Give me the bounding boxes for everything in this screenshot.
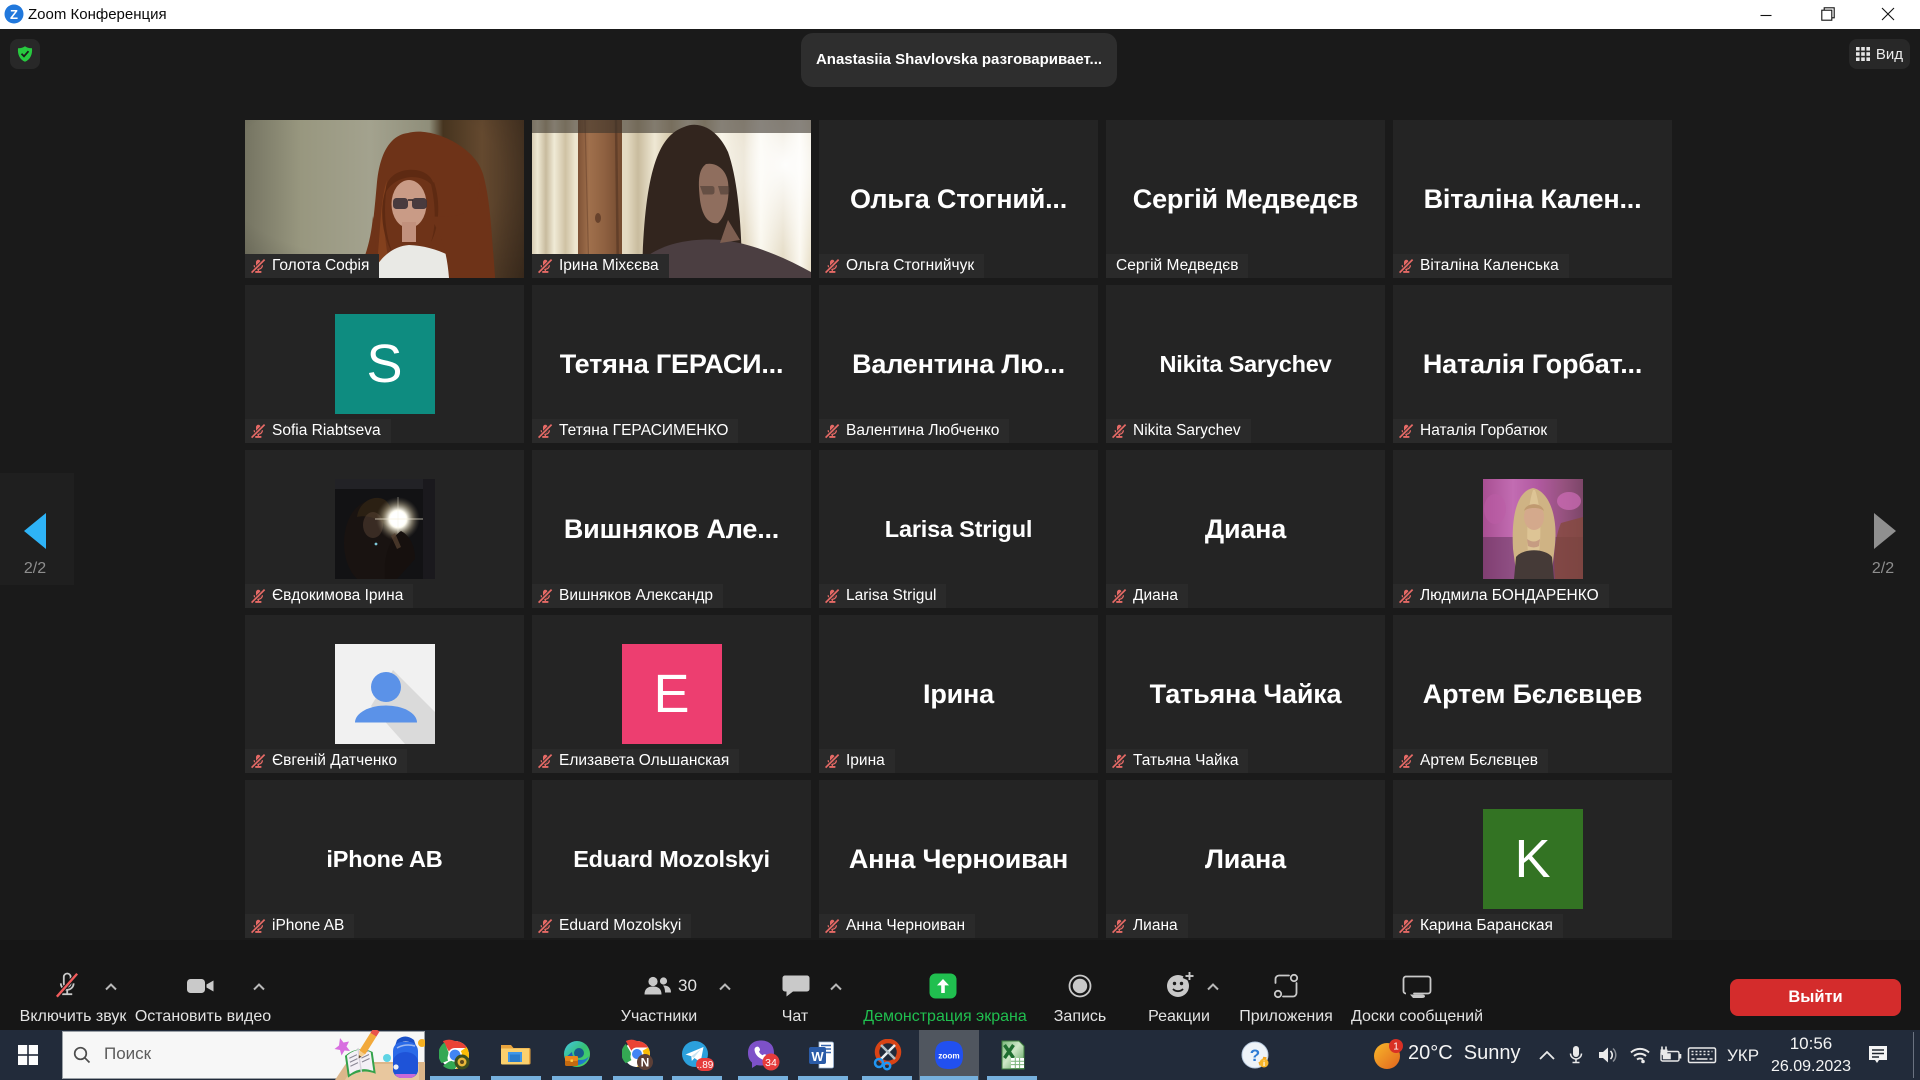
svg-text:34: 34 xyxy=(765,1057,777,1069)
svg-text:N: N xyxy=(641,1056,650,1070)
svg-text:Z: Z xyxy=(10,7,18,22)
svg-text:i: i xyxy=(1263,1059,1265,1068)
svg-text:..89: ..89 xyxy=(697,1060,714,1071)
svg-text:W: W xyxy=(811,1049,824,1064)
svg-text:1: 1 xyxy=(1393,1042,1399,1053)
svg-text:zoom: zoom xyxy=(938,1052,959,1061)
svg-text:?: ? xyxy=(1250,1046,1260,1065)
